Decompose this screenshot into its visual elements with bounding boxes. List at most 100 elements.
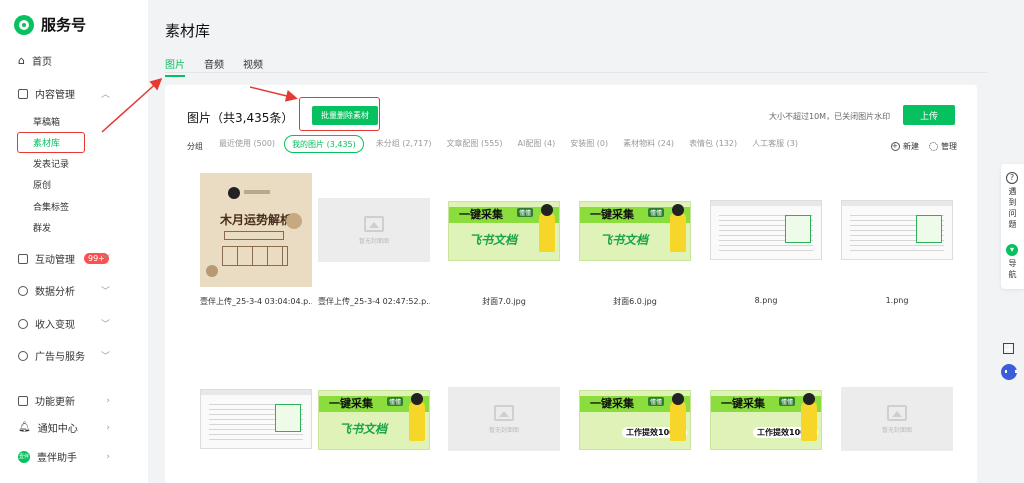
screenshot-green xyxy=(785,215,811,243)
image-thumbnail[interactable]: 暂无封面图 xyxy=(841,362,953,476)
compass-icon xyxy=(18,350,28,361)
brand[interactable]: 服务号 xyxy=(14,14,86,35)
image-tile[interactable]: 一键采集飞书文档懂懂封面5.0.jpg xyxy=(318,362,430,483)
image-thumbnail[interactable]: 一键采集 飞书文档 懂懂 xyxy=(448,173,560,287)
cover-figure-head xyxy=(803,393,815,405)
filter-install-images[interactable]: 安装图 (0) xyxy=(570,135,608,153)
question-icon: ? xyxy=(1006,172,1018,184)
poster-pgrid xyxy=(222,246,288,266)
cover-text-line1: 一键采集 xyxy=(329,397,373,410)
image-placeholder-icon xyxy=(494,404,514,421)
nav-interaction[interactable]: 互动管理 99+ ﹀ xyxy=(18,251,110,266)
manage-groups-label: 管理 xyxy=(941,142,957,151)
cover-tag: 懂懂 xyxy=(386,397,403,406)
placeholder-image: 暂无封面图 xyxy=(841,387,953,451)
group-label: 分组 xyxy=(187,142,203,151)
sidebar: 服务号 ⌂ 首页 内容管理 ︿ 草稿箱 素材库 发表记录 原创 合集标签 群发 … xyxy=(0,0,148,483)
floating-help-panel[interactable]: ? 遇到问题 ▾ 导航 xyxy=(1001,164,1024,289)
image-thumbnail[interactable]: 一键采集 工作提效100% 懂懂 xyxy=(579,362,691,476)
nav-analytics[interactable]: 数据分析 ﹀ xyxy=(18,283,110,298)
filter-stickers[interactable]: 表情包 (132) xyxy=(689,135,737,153)
image-caption: 封面6.0.jpg xyxy=(613,297,657,306)
group-filters: 最近使用 (500) 我的图片 (3,435) 未分组 (2,717) 文章配图… xyxy=(219,135,813,153)
nav-updates[interactable]: 功能更新 › xyxy=(18,393,110,408)
image-thumbnail[interactable]: 一键采集 工作提效100% 懂懂 xyxy=(710,362,822,476)
sidebar-item-collection-tags[interactable]: 合集标签 xyxy=(33,200,69,213)
navigation-text: 导航 xyxy=(1008,259,1017,279)
nav-analytics-label: 数据分析 xyxy=(35,287,75,298)
filter-customer-service[interactable]: 人工客服 (3) xyxy=(752,135,798,153)
filter-recent[interactable]: 最近使用 (500) xyxy=(219,135,275,153)
image-tile[interactable]: 8.png xyxy=(710,173,822,305)
nav-content-management-label: 内容管理 xyxy=(35,90,75,101)
manage-groups-button[interactable]: 管理 xyxy=(929,141,957,152)
filter-article-images[interactable]: 文章配图 (555) xyxy=(446,135,502,153)
image-tile[interactable]: 1.png xyxy=(841,173,953,305)
image-tile[interactable]: 啊啊啊.gif xyxy=(200,362,312,483)
cover-image: 一键采集 工作提效100% 懂懂 xyxy=(710,390,822,450)
nav-content-management[interactable]: 内容管理 ︿ xyxy=(18,86,110,101)
upload-limit-note: 大小不超过10M，已关闭图片水印 xyxy=(769,112,891,121)
sidebar-item-original[interactable]: 原创 xyxy=(33,178,51,191)
image-tile[interactable]: 一键采集 飞书文档 懂懂 封面7.0.jpg xyxy=(448,173,560,307)
image-tile[interactable]: 暂无封面图壹伴上传_25-3-3 02:58:38.p... xyxy=(448,362,560,483)
image-thumbnail[interactable] xyxy=(200,362,312,476)
image-tile[interactable]: 一键采集工作提效100%懂懂封面1.0.jpg xyxy=(579,362,691,483)
filter-my-images[interactable]: 我的图片 (3,435) xyxy=(284,135,364,153)
qr-code-button[interactable] xyxy=(998,337,1020,359)
image-thumbnail[interactable] xyxy=(841,173,953,287)
nav-home[interactable]: ⌂ 首页 xyxy=(18,53,52,68)
image-thumbnail[interactable]: 一键采集 飞书文档 懂懂 xyxy=(579,173,691,287)
assistant-bot-icon xyxy=(1001,364,1017,380)
cover-figure xyxy=(670,401,686,441)
cover-figure xyxy=(801,401,817,441)
image-placeholder-icon xyxy=(887,404,907,421)
nav-revenue[interactable]: 收入变现 ﹀ xyxy=(18,316,110,331)
filter-materials[interactable]: 素材物料 (24) xyxy=(623,135,674,153)
image-tile[interactable]: 木月运势解析 壹伴上传_25-3-4 03:04:04.p... xyxy=(200,173,312,307)
nav-helper[interactable]: 壹伴 壹伴助手 › xyxy=(18,449,110,464)
nav-notifications[interactable]: 🔔︎ 通知中心 › xyxy=(18,420,110,435)
page-title: 素材库 xyxy=(165,22,211,40)
help-text: 遇到问题 xyxy=(1008,187,1017,229)
chevron-down-icon: ﹀ xyxy=(100,255,110,265)
screenshot-image xyxy=(841,200,953,260)
placeholder-image: 暂无封面图 xyxy=(448,387,560,451)
poster-moon xyxy=(286,213,302,229)
sidebar-item-drafts[interactable]: 草稿箱 xyxy=(33,115,60,128)
cover-figure xyxy=(670,212,686,252)
sidebar-item-publish-records[interactable]: 发表记录 xyxy=(33,157,69,170)
image-thumbnail[interactable]: 暂无封面图 xyxy=(448,362,560,476)
assistant-bot-button[interactable] xyxy=(998,361,1020,383)
cover-tag: 懂懂 xyxy=(778,397,795,406)
placeholder-text: 暂无封面图 xyxy=(881,426,912,434)
sidebar-item-mass-send[interactable]: 群发 xyxy=(33,221,51,234)
image-tile[interactable]: 暂无封面图 壹伴上传_25-3-4 02:47:52.p... xyxy=(318,173,430,307)
cover-figure xyxy=(409,401,425,441)
upload-button[interactable]: 上传 xyxy=(903,105,955,125)
image-thumbnail[interactable] xyxy=(710,173,822,287)
image-tile[interactable]: 暂无封面图壹伴上传_25-2-26 10:15:16... xyxy=(841,362,953,483)
gear-icon xyxy=(929,142,938,151)
nav-home-label: 首页 xyxy=(31,57,52,68)
filter-ai-images[interactable]: AI配图 (4) xyxy=(518,135,556,153)
image-thumbnail[interactable]: 暂无封面图 xyxy=(318,173,430,287)
image-tile[interactable]: 一键采集 飞书文档 懂懂封面6.0.jpg xyxy=(579,173,691,307)
image-caption: 1.png xyxy=(885,296,909,305)
images-count-title: 图片（共3,435条） xyxy=(187,111,294,125)
cover-tag: 懂懂 xyxy=(647,208,664,217)
screenshot-green xyxy=(916,215,942,243)
new-group-button[interactable]: + 新建 xyxy=(891,141,919,152)
placeholder-text: 暂无封面图 xyxy=(358,237,389,245)
filter-ungrouped[interactable]: 未分组 (2,717) xyxy=(376,135,432,153)
nav-helper-label: 壹伴助手 xyxy=(37,453,77,464)
image-tile[interactable]: 一键采集工作提效100%懂懂封面1.0.jpg xyxy=(710,362,822,483)
image-thumbnail[interactable]: 木月运势解析 xyxy=(200,173,312,287)
image-thumbnail[interactable]: 一键采集 飞书文档 懂懂 xyxy=(318,362,430,476)
update-icon xyxy=(18,395,28,406)
nav-ads[interactable]: 广告与服务 ﹀ xyxy=(18,348,110,363)
chat-icon xyxy=(18,253,28,264)
image-caption: 8.png xyxy=(754,296,778,305)
chevron-down-icon: ﹀ xyxy=(100,320,110,330)
cover-image: 一键采集 飞书文档 懂懂 xyxy=(318,390,430,450)
